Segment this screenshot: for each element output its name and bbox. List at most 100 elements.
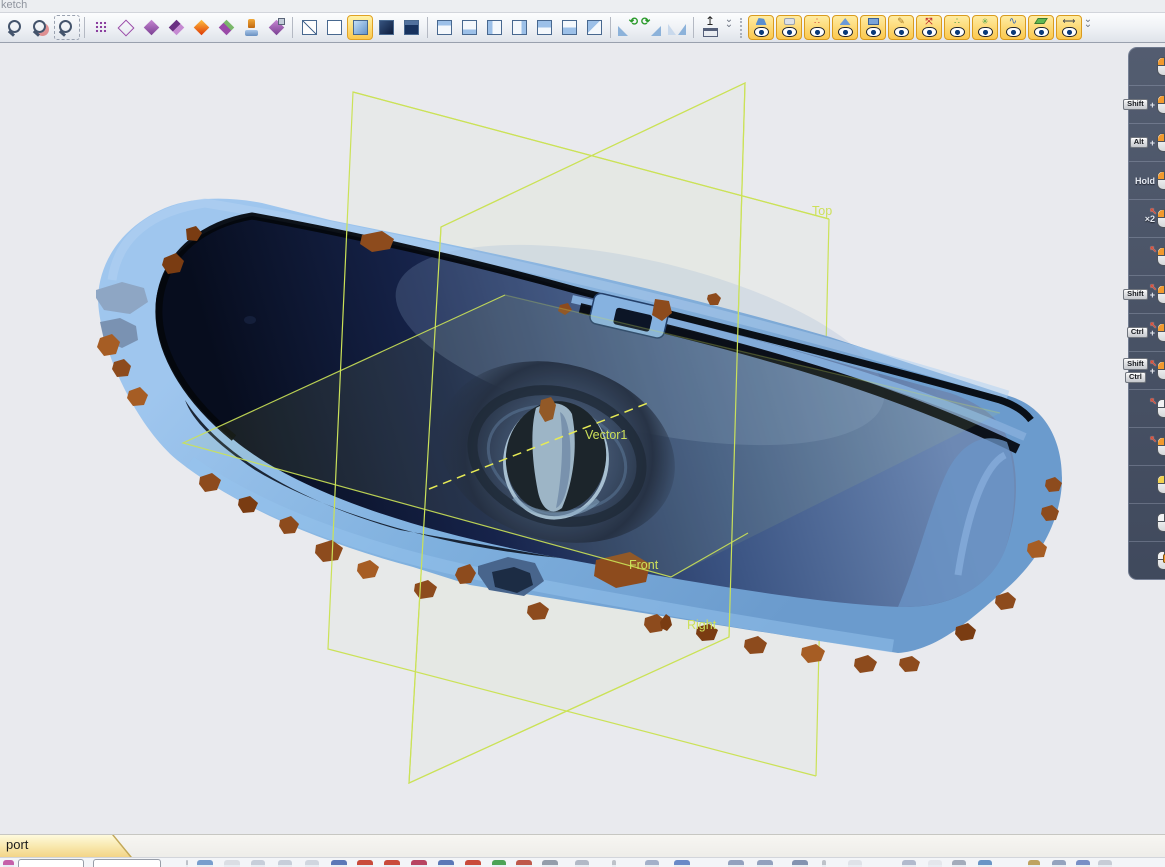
bottom-toolbar-icon[interactable] (1028, 860, 1040, 867)
bottom-toolbar-icon[interactable] (278, 860, 292, 867)
overflow-chevron-icon[interactable] (723, 16, 735, 39)
mouse-hint-row-pan: ↖ (1129, 428, 1165, 466)
bottom-toolbar-icon[interactable] (928, 860, 942, 867)
bottom-toolbar-icon[interactable] (1076, 860, 1090, 867)
diamond-solid-icon[interactable] (139, 16, 163, 39)
view-left-icon[interactable] (482, 16, 506, 39)
bottom-toolbar-icon[interactable] (757, 860, 773, 867)
right-plane-label[interactable]: Right (687, 618, 717, 632)
view-upvector-icon[interactable] (698, 16, 722, 39)
bottom-toolbar-icon[interactable] (357, 860, 373, 867)
show-vector-eye-icon[interactable] (916, 15, 942, 40)
rotate-ccw-icon[interactable] (615, 16, 639, 39)
bottom-toolbar-icon[interactable] (952, 860, 966, 867)
zoom-out-icon[interactable] (4, 16, 28, 39)
front-plane-label[interactable]: Front (629, 558, 659, 572)
view-front-icon[interactable] (432, 16, 456, 39)
bottom-toolbar-icon[interactable] (848, 860, 862, 867)
toolbar-separator (84, 17, 85, 38)
diamond-greendots-icon[interactable] (214, 16, 238, 39)
bottom-toolbar-icon[interactable] (1052, 860, 1066, 867)
mouse-icon (1157, 171, 1165, 190)
show-feature-eye-icon[interactable] (972, 15, 998, 40)
top-plane-label[interactable]: Top (812, 204, 832, 218)
mouse-icon (1157, 399, 1165, 418)
extrude-base-icon[interactable] (239, 16, 263, 39)
bottom-toolbar-icon[interactable] (251, 860, 265, 867)
bottom-toolbar-icon[interactable] (438, 860, 454, 867)
show-surface-eye-icon[interactable] (832, 15, 858, 40)
scan-scene[interactable]: Top Front Right Vector1 (0, 44, 1165, 834)
show-region-eye-icon[interactable] (776, 15, 802, 40)
mouse-hint-row-click3 (1129, 504, 1165, 542)
bottom-toolbar-icon[interactable] (792, 860, 808, 867)
bottom-toolbar-icon[interactable] (645, 860, 659, 867)
cube-white-icon[interactable] (322, 16, 346, 39)
bottom-toolbar-icon[interactable] (728, 860, 744, 867)
diamond-crosshair-icon[interactable] (114, 16, 138, 39)
bottom-toolbar-field[interactable] (93, 859, 161, 867)
bottom-toolbar-icon[interactable] (384, 860, 400, 867)
diamond-split-icon[interactable] (164, 16, 188, 39)
visibility-overflow (1082, 16, 1094, 39)
mouse-hint-row-shift-ctrl-drag: Shift Ctrl + ↖ (1129, 352, 1165, 390)
diamond-cube-icon[interactable] (264, 16, 288, 39)
cube-darkblue-icon[interactable] (399, 16, 423, 39)
bottom-toolbar-icon[interactable] (186, 860, 188, 867)
bottom-toolbar-icon[interactable] (612, 860, 616, 867)
bottom-toolbar-icon[interactable] (516, 860, 532, 867)
cursor-arrow-icon: ↖ (1149, 358, 1157, 369)
mouse-icon (1157, 437, 1165, 456)
bottom-toolbar-icon[interactable] (224, 860, 240, 867)
bottom-toolbar-icon[interactable] (978, 860, 992, 867)
star-orange-icon[interactable] (189, 16, 213, 39)
mirror-icon[interactable] (665, 16, 689, 39)
show-plane-eye-icon[interactable] (1028, 15, 1054, 40)
view-right-icon[interactable] (507, 16, 531, 39)
rotate-cw-icon[interactable] (640, 16, 664, 39)
bottom-toolbar-icon[interactable] (465, 860, 481, 867)
bottom-toolbar-icon[interactable] (674, 860, 690, 867)
show-cloud-eye-icon[interactable] (944, 15, 970, 40)
tab-viewport[interactable]: port (0, 835, 133, 857)
point-cloud-icon[interactable] (89, 16, 113, 39)
bottom-toolbar-icon[interactable] (822, 860, 826, 867)
application-window: ketch (0, 0, 1165, 867)
view-back-icon[interactable] (457, 16, 481, 39)
cube-shaded-icon[interactable] (347, 15, 373, 40)
menu-item-sketch[interactable]: ketch (1, 0, 27, 11)
show-curve-eye-icon[interactable] (1000, 15, 1026, 40)
bottom-toolbar-icon[interactable] (1098, 860, 1112, 867)
bottom-toolbar-field[interactable] (18, 859, 84, 867)
view-iso-icon[interactable] (582, 16, 606, 39)
view-top-icon[interactable] (532, 16, 556, 39)
bottom-toolbar-icon[interactable] (197, 860, 213, 867)
bottom-toolbar-icon[interactable] (575, 860, 589, 867)
orient-tool-group (615, 16, 689, 39)
cube-wireframe-icon[interactable] (297, 16, 321, 39)
vector1-label[interactable]: Vector1 (585, 428, 627, 442)
overflow-chevron-icon[interactable] (1082, 16, 1094, 39)
zoom-in-region-icon[interactable] (54, 15, 80, 40)
show-measure-eye-icon[interactable] (1056, 15, 1082, 40)
show-solid-eye-icon[interactable] (860, 15, 886, 40)
bottom-toolbar-icon[interactable] (902, 860, 916, 867)
show-points-eye-icon[interactable] (804, 15, 830, 40)
cursor-arrow-icon: ↖ (1149, 282, 1157, 293)
bottom-toolbar-icon[interactable] (305, 860, 319, 867)
cube-dark-icon[interactable] (374, 16, 398, 39)
show-mesh-eye-icon[interactable] (748, 15, 774, 40)
view-bottom-icon[interactable] (557, 16, 581, 39)
3d-viewport[interactable]: Top Front Right Vector1 Shift + Alt + (0, 44, 1165, 834)
zoom-tool-group (4, 15, 80, 40)
bottom-toolbar-icon[interactable] (411, 860, 427, 867)
mouse-hint-row-doubleclick: ×2 ↖ (1129, 200, 1165, 238)
hold-label: Hold (1135, 176, 1155, 186)
bottom-toolbar-icon[interactable] (542, 860, 558, 867)
zoom-window-icon[interactable] (29, 16, 53, 39)
display-mode-group (297, 15, 423, 40)
bottom-toolbar-icon[interactable] (331, 860, 347, 867)
show-sketch-eye-icon[interactable] (888, 15, 914, 40)
bottom-toolbar-icon[interactable] (3, 860, 14, 867)
bottom-toolbar-icon[interactable] (492, 860, 506, 867)
